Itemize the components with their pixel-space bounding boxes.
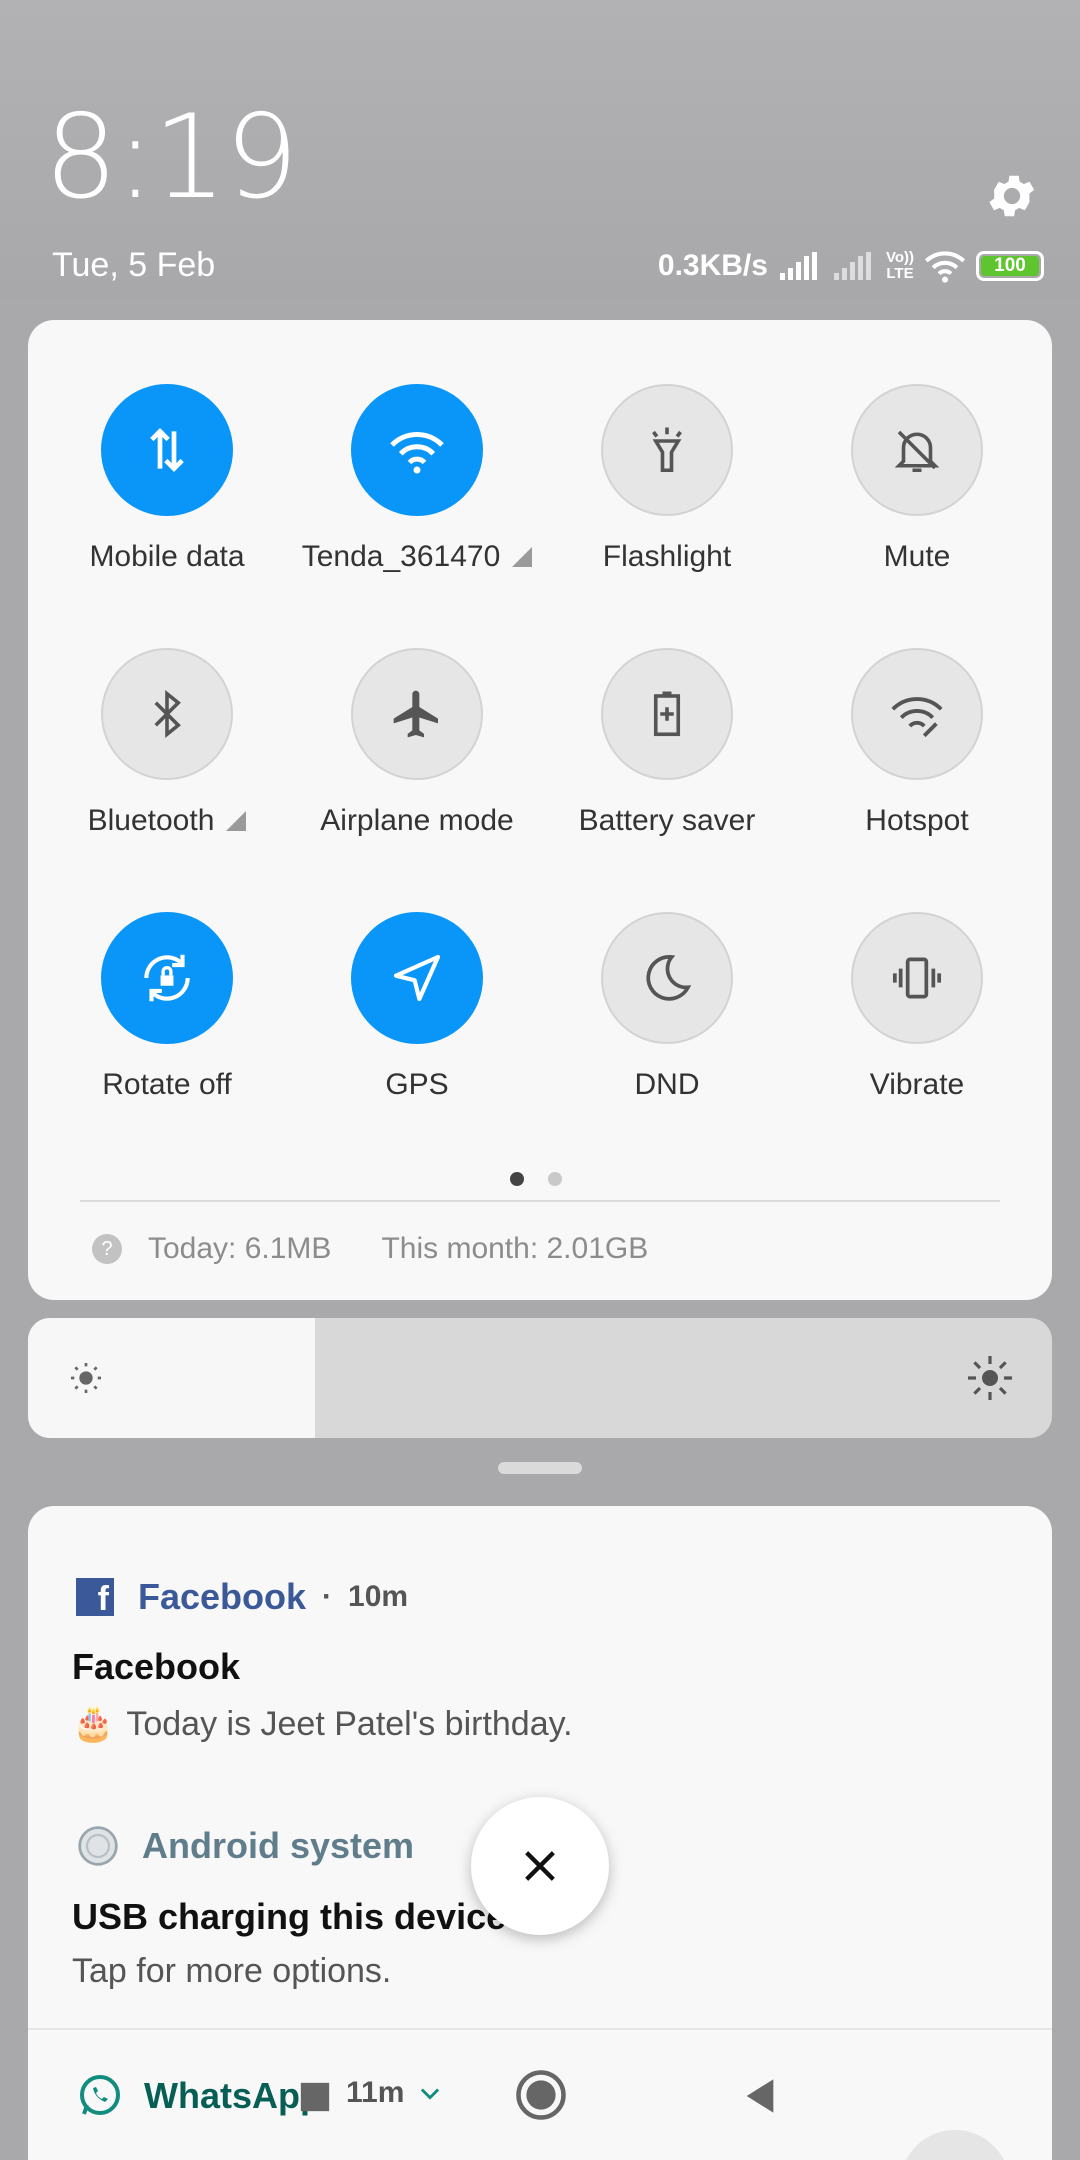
tile-hotspot[interactable]: Hotspot	[792, 648, 1042, 838]
hotspot-toggle[interactable]	[851, 648, 983, 780]
home-button[interactable]	[514, 2068, 568, 2122]
app-name: Android system	[142, 1825, 415, 1866]
recents-button[interactable]	[298, 2080, 332, 2114]
flashlight-icon	[652, 427, 682, 473]
bluetooth-toggle[interactable]	[101, 648, 233, 780]
flashlight-toggle[interactable]	[601, 384, 733, 516]
rotate-lock-icon	[144, 954, 190, 1002]
notification-text: Today is Jeet Patel's birthday.	[126, 1704, 573, 1743]
page-dot-active[interactable]	[510, 1172, 524, 1186]
app-name: Facebook	[138, 1576, 307, 1617]
tile-label-row: Bluetooth	[42, 804, 292, 838]
tile-battery-saver[interactable]: Battery saver	[542, 648, 792, 838]
tile-label: Tenda_361470	[301, 540, 501, 573]
tile-label: DND	[634, 1068, 700, 1101]
usage-month: This month: 2.01GB	[381, 1232, 649, 1265]
rotate-toggle[interactable]	[101, 912, 233, 1044]
clock: 8:19	[44, 90, 298, 225]
dnd-toggle[interactable]	[601, 912, 733, 1044]
bluetooth-icon	[154, 690, 181, 738]
tile-label: Mobile data	[89, 540, 245, 573]
tile-airplane-mode[interactable]: Airplane mode	[292, 648, 542, 838]
battery-indicator: 100	[976, 251, 1044, 281]
expand-triangle-icon[interactable]	[226, 811, 247, 831]
tile-label: Battery saver	[578, 804, 756, 837]
system-status-row: 0.3KB/s Vo)) LTE 100	[658, 243, 1044, 289]
facebook-notification-header[interactable]: f Facebook · 10m	[76, 1576, 408, 1618]
wifi-status-icon	[924, 251, 966, 283]
navigation-bar: 11m	[0, 2030, 1080, 2160]
tile-flashlight[interactable]: Flashlight	[542, 384, 792, 574]
battery-level: 100	[994, 255, 1026, 276]
android-notification-header[interactable]: Android system	[76, 1824, 414, 1868]
wifi-icon	[390, 432, 444, 474]
airplane-icon	[393, 690, 438, 738]
tile-wifi[interactable]: Tenda_361470	[292, 384, 542, 574]
chevron-down-icon[interactable]	[416, 2079, 444, 2107]
signal-sim2-icon	[833, 252, 871, 280]
date-label: Tue, 5 Feb	[52, 246, 216, 284]
airplane-toggle[interactable]	[351, 648, 483, 780]
clear-notifications-button[interactable]	[471, 1797, 609, 1935]
volte-icon: Vo)) LTE	[885, 249, 914, 282]
signal-icon	[779, 252, 817, 280]
tile-rotate[interactable]: Rotate off	[42, 912, 292, 1102]
battery-saver-toggle[interactable]	[601, 648, 733, 780]
android-system-icon	[78, 1826, 118, 1866]
tile-dnd[interactable]: DND	[542, 912, 792, 1102]
tile-label: Mute	[883, 540, 951, 573]
drag-handle[interactable]	[498, 1462, 582, 1474]
brightness-low-icon	[71, 1363, 101, 1393]
gps-toggle[interactable]	[351, 912, 483, 1044]
divider	[80, 1200, 1000, 1202]
notification-time: 10m	[348, 1580, 409, 1613]
question-icon: ?	[92, 1234, 122, 1264]
tile-bluetooth[interactable]: Bluetooth	[42, 648, 292, 838]
wifi-toggle[interactable]	[351, 384, 483, 516]
vibrate-toggle[interactable]	[851, 912, 983, 1044]
tile-gps[interactable]: GPS	[292, 912, 542, 1102]
usage-today: Today: 6.1MB	[148, 1232, 332, 1265]
tile-label: Bluetooth	[87, 804, 215, 837]
hotspot-icon	[891, 697, 943, 738]
notification-title[interactable]: USB charging this device	[72, 1896, 506, 1938]
page-indicator	[510, 1172, 562, 1186]
facebook-icon: f	[76, 1578, 114, 1616]
tile-label: Vibrate	[869, 1068, 965, 1101]
tile-label: Hotspot	[865, 804, 969, 837]
page-dot[interactable]	[548, 1172, 562, 1186]
notification-body[interactable]: Tap for more options.	[72, 1952, 391, 1991]
tile-label: GPS	[385, 1068, 449, 1101]
mute-toggle[interactable]	[851, 384, 983, 516]
expand-triangle-icon[interactable]	[512, 547, 533, 567]
back-button[interactable]	[740, 2074, 780, 2118]
battery-saver-icon	[653, 691, 681, 737]
data-usage[interactable]: ? Today: 6.1MB This month: 2.01GB	[92, 1232, 648, 1266]
bullet: ·	[322, 1580, 333, 1613]
vibrate-icon	[892, 957, 942, 999]
tile-label: Rotate off	[102, 1068, 232, 1101]
whatsapp-time-row: 11m	[346, 2076, 444, 2110]
quick-settings-panel: Mobile data Tenda_361470 Flashlight Mute…	[28, 320, 1052, 1300]
tile-label: Flashlight	[602, 540, 732, 573]
brightness-high-icon	[968, 1356, 1012, 1400]
cake-icon: 🎂	[72, 1705, 115, 1743]
tile-mobile-data[interactable]: Mobile data	[42, 384, 292, 574]
tile-label-row: Tenda_361470	[292, 540, 542, 574]
bell-off-icon	[894, 430, 940, 473]
notification-time: 11m	[346, 2076, 405, 2109]
tile-vibrate[interactable]: Vibrate	[792, 912, 1042, 1102]
tile-mute[interactable]: Mute	[792, 384, 1042, 574]
gps-icon	[393, 954, 441, 1002]
moon-icon	[646, 955, 692, 1001]
notification-title[interactable]: Facebook	[72, 1646, 240, 1688]
network-speed: 0.3KB/s	[657, 249, 768, 282]
close-icon	[525, 1851, 555, 1881]
brightness-slider[interactable]	[28, 1318, 1052, 1438]
mobile-data-icon	[150, 428, 184, 472]
gear-icon[interactable]	[984, 168, 1040, 224]
tile-label: Airplane mode	[320, 804, 514, 837]
notification-body[interactable]: 🎂 Today is Jeet Patel's birthday.	[72, 1704, 573, 1744]
mobile-data-toggle[interactable]	[101, 384, 233, 516]
